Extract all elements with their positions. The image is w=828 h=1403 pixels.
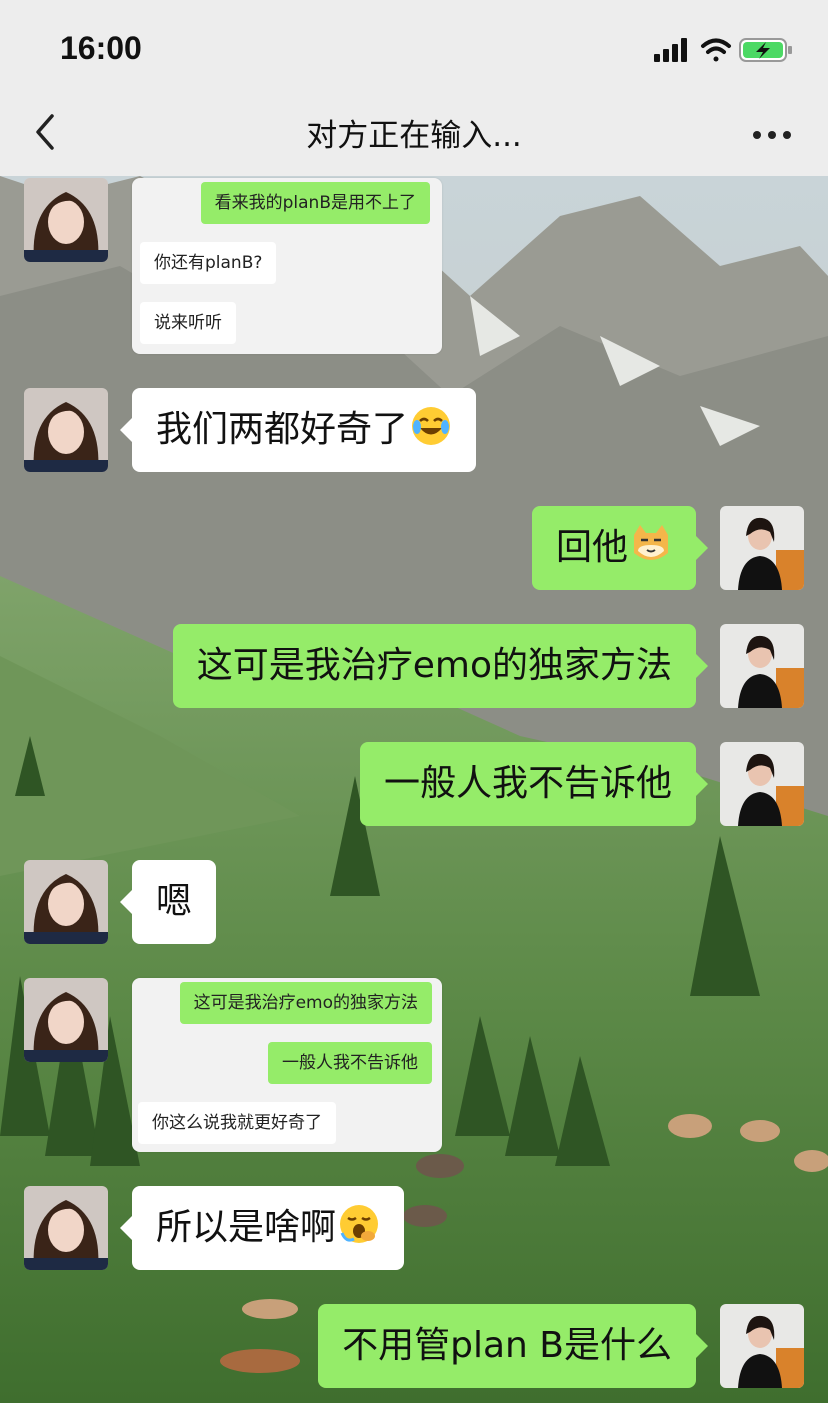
more-options-icon[interactable] — [752, 130, 792, 140]
screenshot-message-sent: 看来我的planB是用不上了 — [200, 182, 430, 224]
message-text: 这可是我治疗emo的独家方法 — [196, 645, 672, 686]
screenshot-message-sent: 这可是我治疗emo的独家方法 — [179, 982, 432, 1024]
message-bubble-received[interactable]: 我们两都好奇了 — [119, 388, 477, 472]
contact-avatar[interactable] — [24, 1186, 108, 1270]
message-text: 嗯 — [156, 881, 193, 922]
message-text: 不用管plan B是什么 — [342, 1325, 672, 1366]
message-bubble-sent[interactable]: 这可是我治疗emo的独家方法 — [172, 624, 709, 708]
status-icons — [654, 38, 792, 62]
signal-icon — [654, 38, 687, 62]
screenshot-image-2[interactable]: 这可是我治疗emo的独家方法 一般人我不告诉他 你这么说我就更好奇了 — [132, 978, 442, 1152]
status-time: 16:00 — [60, 30, 142, 66]
female-avatar-icon — [24, 978, 108, 1062]
user-avatar-icon — [720, 506, 804, 590]
message-text: 我们两都好奇了 — [156, 409, 409, 450]
message-bubble-received[interactable]: 嗯 — [119, 860, 217, 944]
contact-avatar[interactable] — [24, 178, 108, 262]
message-text: 一般人我不告诉他 — [383, 763, 672, 804]
chat-title: 对方正在输入... — [306, 118, 522, 154]
chat-area[interactable]: 看来我的planB是用不上了 你还有planB? 说来听听 我们两都好奇了 回他… — [0, 176, 828, 1403]
doge-cat-emoji-icon — [634, 525, 668, 560]
female-avatar-icon — [24, 860, 108, 944]
my-avatar[interactable] — [720, 506, 804, 590]
message-bubble-sent[interactable]: 不用管plan B是什么 — [318, 1304, 708, 1388]
message-text: 回他 — [555, 527, 628, 568]
battery-charging-icon — [739, 38, 792, 62]
message-text: 所以是啥啊 — [156, 1207, 337, 1248]
screenshot-message-sent: 一般人我不告诉他 — [268, 1042, 432, 1084]
user-avatar-icon — [720, 742, 804, 826]
message-bubble-sent[interactable]: 一般人我不告诉他 — [359, 742, 709, 826]
my-avatar[interactable] — [720, 742, 804, 826]
screenshot-message-received: 说来听听 — [140, 302, 236, 344]
message-bubble-sent[interactable]: 回他 — [531, 506, 709, 590]
wifi-icon — [701, 38, 731, 62]
message-bubble-received[interactable]: 所以是啥啊 — [119, 1186, 405, 1270]
contact-avatar[interactable] — [24, 860, 108, 944]
screenshot-image-1[interactable]: 看来我的planB是用不上了 你还有planB? 说来听听 — [132, 178, 442, 354]
contact-avatar[interactable] — [24, 978, 108, 1062]
user-avatar-icon — [720, 624, 804, 708]
user-avatar-icon — [720, 1304, 804, 1388]
laughing-tears-emoji-icon — [412, 407, 451, 445]
screenshot-message-received: 你这么说我就更好奇了 — [138, 1102, 336, 1144]
female-avatar-icon — [24, 178, 108, 262]
yawning-emoji-icon — [340, 1205, 379, 1243]
screenshot-message-received: 你还有planB? — [140, 242, 277, 284]
my-avatar[interactable] — [720, 624, 804, 708]
my-avatar[interactable] — [720, 1304, 804, 1388]
female-avatar-icon — [24, 388, 108, 472]
female-avatar-icon — [24, 1186, 108, 1270]
chat-header: 对方正在输入... — [0, 90, 828, 176]
contact-avatar[interactable] — [24, 388, 108, 472]
status-bar: 16:00 — [0, 0, 828, 90]
